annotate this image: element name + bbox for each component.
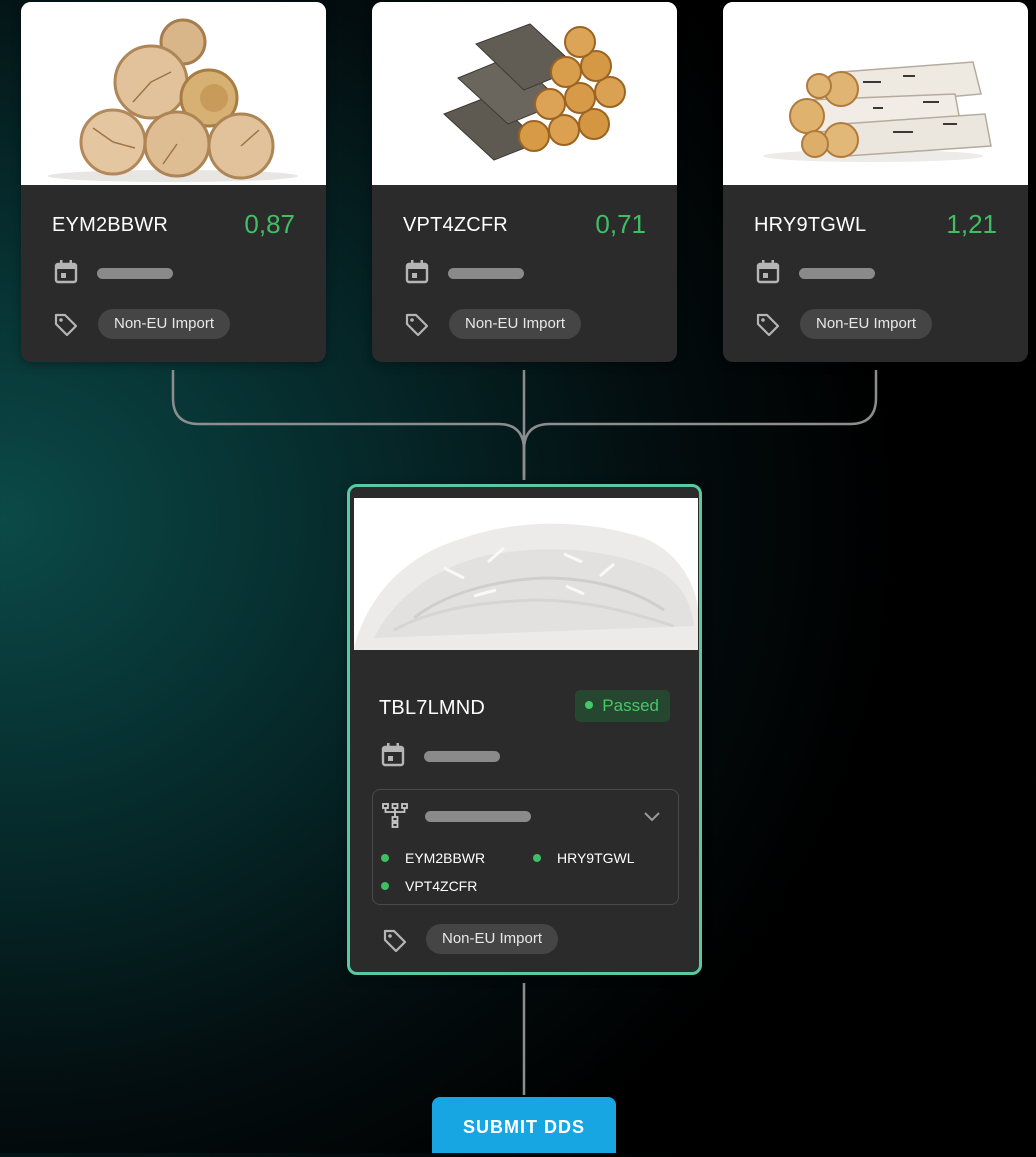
lot-score: 0,71 [595, 209, 646, 239]
white-fiber-pile-image [354, 498, 698, 650]
calendar-icon [52, 258, 80, 286]
tag-icon [52, 310, 80, 338]
lot-code: HRY9TGWL [754, 214, 867, 236]
chevron-down-icon[interactable] [642, 806, 662, 826]
lot-code: EYM2BBWR [52, 214, 169, 236]
status-dot-icon [381, 882, 389, 890]
origin-lot-item[interactable]: VPT4ZCFR [381, 878, 477, 894]
origin-lot-item[interactable]: HRY9TGWL [533, 850, 635, 866]
birch-log-stack-image [723, 2, 1028, 185]
origin-summary-placeholder [425, 811, 531, 822]
status-dot-icon [585, 701, 594, 709]
status-badge: Passed [575, 690, 670, 722]
lot-code: VPT4ZCFR [403, 214, 508, 236]
output-lot-card[interactable]: TBL7LMND Passed EYM2BBWR HRY9TGWL VPT4ZC… [347, 484, 702, 975]
status-label: Passed [602, 696, 659, 715]
tag-icon [754, 310, 782, 338]
date-placeholder [799, 268, 875, 279]
date-placeholder [448, 268, 524, 279]
round-log-pile-image [21, 2, 326, 185]
date-placeholder [97, 268, 173, 279]
tag-icon [381, 926, 409, 954]
calendar-icon [379, 741, 407, 769]
source-lot-card[interactable]: EYM2BBWR 0,87 Non-EU Import [21, 2, 326, 362]
calendar-icon [403, 258, 431, 286]
tag-icon [403, 310, 431, 338]
submit-dds-button[interactable]: SUBMIT DDS [432, 1097, 616, 1153]
calendar-icon [754, 258, 782, 286]
origin-tag-chip[interactable]: Non-EU Import [800, 309, 933, 339]
origin-tag-chip[interactable]: Non-EU Import [449, 309, 582, 339]
source-lot-card[interactable]: HRY9TGWL 1,21 Non-EU Import [723, 2, 1028, 362]
hierarchy-icon [381, 802, 409, 830]
lot-code: TBL7LMND [379, 697, 486, 719]
lot-score: 0,87 [244, 209, 295, 239]
lot-score: 1,21 [946, 209, 997, 239]
origin-tag-chip[interactable]: Non-EU Import [98, 309, 231, 339]
status-dot-icon [381, 854, 389, 862]
bark-log-stack-image [372, 2, 677, 185]
origin-lot-item[interactable]: EYM2BBWR [381, 850, 485, 866]
status-dot-icon [533, 854, 541, 862]
origin-lots-panel[interactable]: EYM2BBWR HRY9TGWL VPT4ZCFR [372, 789, 679, 905]
date-placeholder [424, 751, 500, 762]
origin-tag-chip[interactable]: Non-EU Import [426, 924, 559, 954]
source-lot-card[interactable]: VPT4ZCFR 0,71 Non-EU Import [372, 2, 677, 362]
